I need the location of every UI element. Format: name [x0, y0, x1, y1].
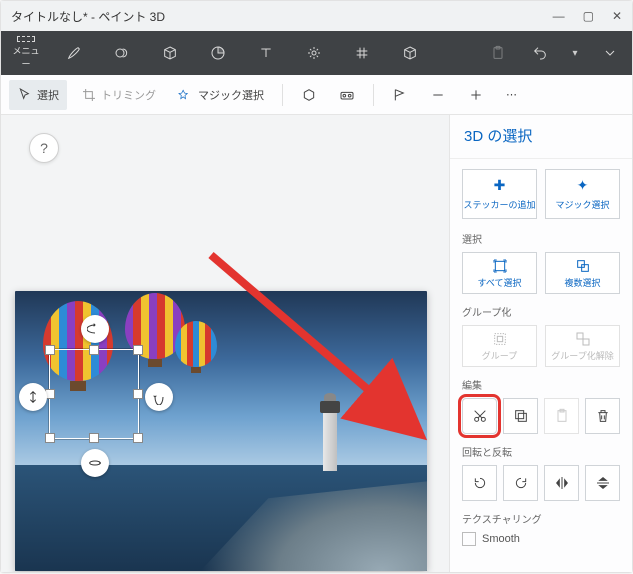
stickers-tab[interactable]: [201, 36, 235, 70]
effects-tab[interactable]: [297, 36, 331, 70]
select-tool[interactable]: 選択: [9, 80, 67, 110]
magic-wand-icon: ✦: [577, 177, 589, 194]
section-label: 編集: [462, 377, 620, 392]
app-window: タイトルなし* - ペイント 3D — ▢ ✕ メニュー ▾ 選択: [1, 1, 632, 572]
undo-button[interactable]: [526, 36, 554, 70]
make-sticker-button[interactable]: ✚ ステッカーの追加: [462, 169, 537, 219]
3d-shapes-tab[interactable]: [153, 36, 187, 70]
rotate-right-button[interactable]: [503, 465, 538, 501]
magic-select-tool[interactable]: マジック選択: [170, 80, 272, 110]
flip-vertical-button[interactable]: [585, 465, 620, 501]
menu-button[interactable]: メニュー: [9, 36, 43, 70]
select-all-button[interactable]: すべて選択: [462, 252, 537, 294]
tool-options-bar: 選択 トリミング マジック選択 ⋯: [1, 75, 632, 115]
cut-button[interactable]: [462, 398, 497, 434]
ungroup-button: グループ化解除: [545, 325, 620, 367]
multi-select-button[interactable]: 複数選択: [545, 252, 620, 294]
minimize-button[interactable]: —: [553, 9, 565, 23]
expand-button[interactable]: [596, 36, 624, 70]
balloon-graphic: [175, 321, 217, 377]
3d-view-button[interactable]: [293, 80, 325, 110]
3d-library-tab[interactable]: [393, 36, 427, 70]
copy-button[interactable]: [503, 398, 538, 434]
section-label: 回転と反転: [462, 444, 620, 459]
rotate-left-button[interactable]: [462, 465, 497, 501]
rotate-x-handle[interactable]: [81, 315, 109, 343]
resize-handle[interactable]: [89, 433, 99, 443]
section-label: 選択: [462, 231, 620, 246]
text-tab[interactable]: [249, 36, 283, 70]
section-label: グループ化: [462, 304, 620, 319]
magic-select-button[interactable]: ✦ マジック選択: [545, 169, 620, 219]
window-title: タイトルなし* - ペイント 3D: [11, 8, 165, 25]
delete-button[interactable]: [585, 398, 620, 434]
flag-button[interactable]: [384, 80, 416, 110]
paste-button: [544, 398, 579, 434]
close-button[interactable]: ✕: [612, 9, 622, 23]
history-dropdown[interactable]: ▾: [568, 36, 582, 70]
crop-tool[interactable]: トリミング: [73, 80, 164, 110]
canvas-tab[interactable]: [345, 36, 379, 70]
rotate-y-handle[interactable]: [145, 383, 173, 411]
sidebar-title: 3D の選択: [450, 115, 632, 159]
2d-shapes-tab[interactable]: [105, 36, 139, 70]
zoom-in-button[interactable]: [460, 80, 492, 110]
rotate-z-handle[interactable]: [81, 449, 109, 477]
sidebar-panel: 3D の選択 ✚ ステッカーの追加 ✦ マジック選択 選択: [449, 115, 632, 572]
sticker-add-icon: ✚: [494, 177, 506, 194]
resize-handle[interactable]: [45, 345, 55, 355]
resize-handle[interactable]: [45, 433, 55, 443]
brushes-tab[interactable]: [57, 36, 91, 70]
ribbon-toolbar: メニュー ▾: [1, 31, 632, 75]
z-depth-handle[interactable]: [19, 383, 47, 411]
more-button[interactable]: ⋯: [498, 80, 525, 110]
zoom-out-button[interactable]: [422, 80, 454, 110]
lighthouse-graphic: [323, 411, 337, 471]
maximize-button[interactable]: ▢: [583, 9, 594, 23]
smooth-checkbox[interactable]: Smooth: [462, 532, 620, 546]
mixed-reality-button[interactable]: [331, 80, 363, 110]
paste-button[interactable]: [484, 36, 512, 70]
title-bar: タイトルなし* - ペイント 3D — ▢ ✕: [1, 1, 632, 31]
checkbox-icon: [462, 532, 476, 546]
flip-horizontal-button[interactable]: [544, 465, 579, 501]
section-label: テクスチャリング: [462, 511, 620, 526]
selection-box[interactable]: [49, 349, 139, 439]
canvas-area[interactable]: ?: [1, 115, 449, 572]
resize-handle[interactable]: [133, 345, 143, 355]
resize-handle[interactable]: [133, 389, 143, 399]
group-button: グループ: [462, 325, 537, 367]
help-button[interactable]: ?: [29, 133, 59, 163]
resize-handle[interactable]: [133, 433, 143, 443]
resize-handle[interactable]: [89, 345, 99, 355]
